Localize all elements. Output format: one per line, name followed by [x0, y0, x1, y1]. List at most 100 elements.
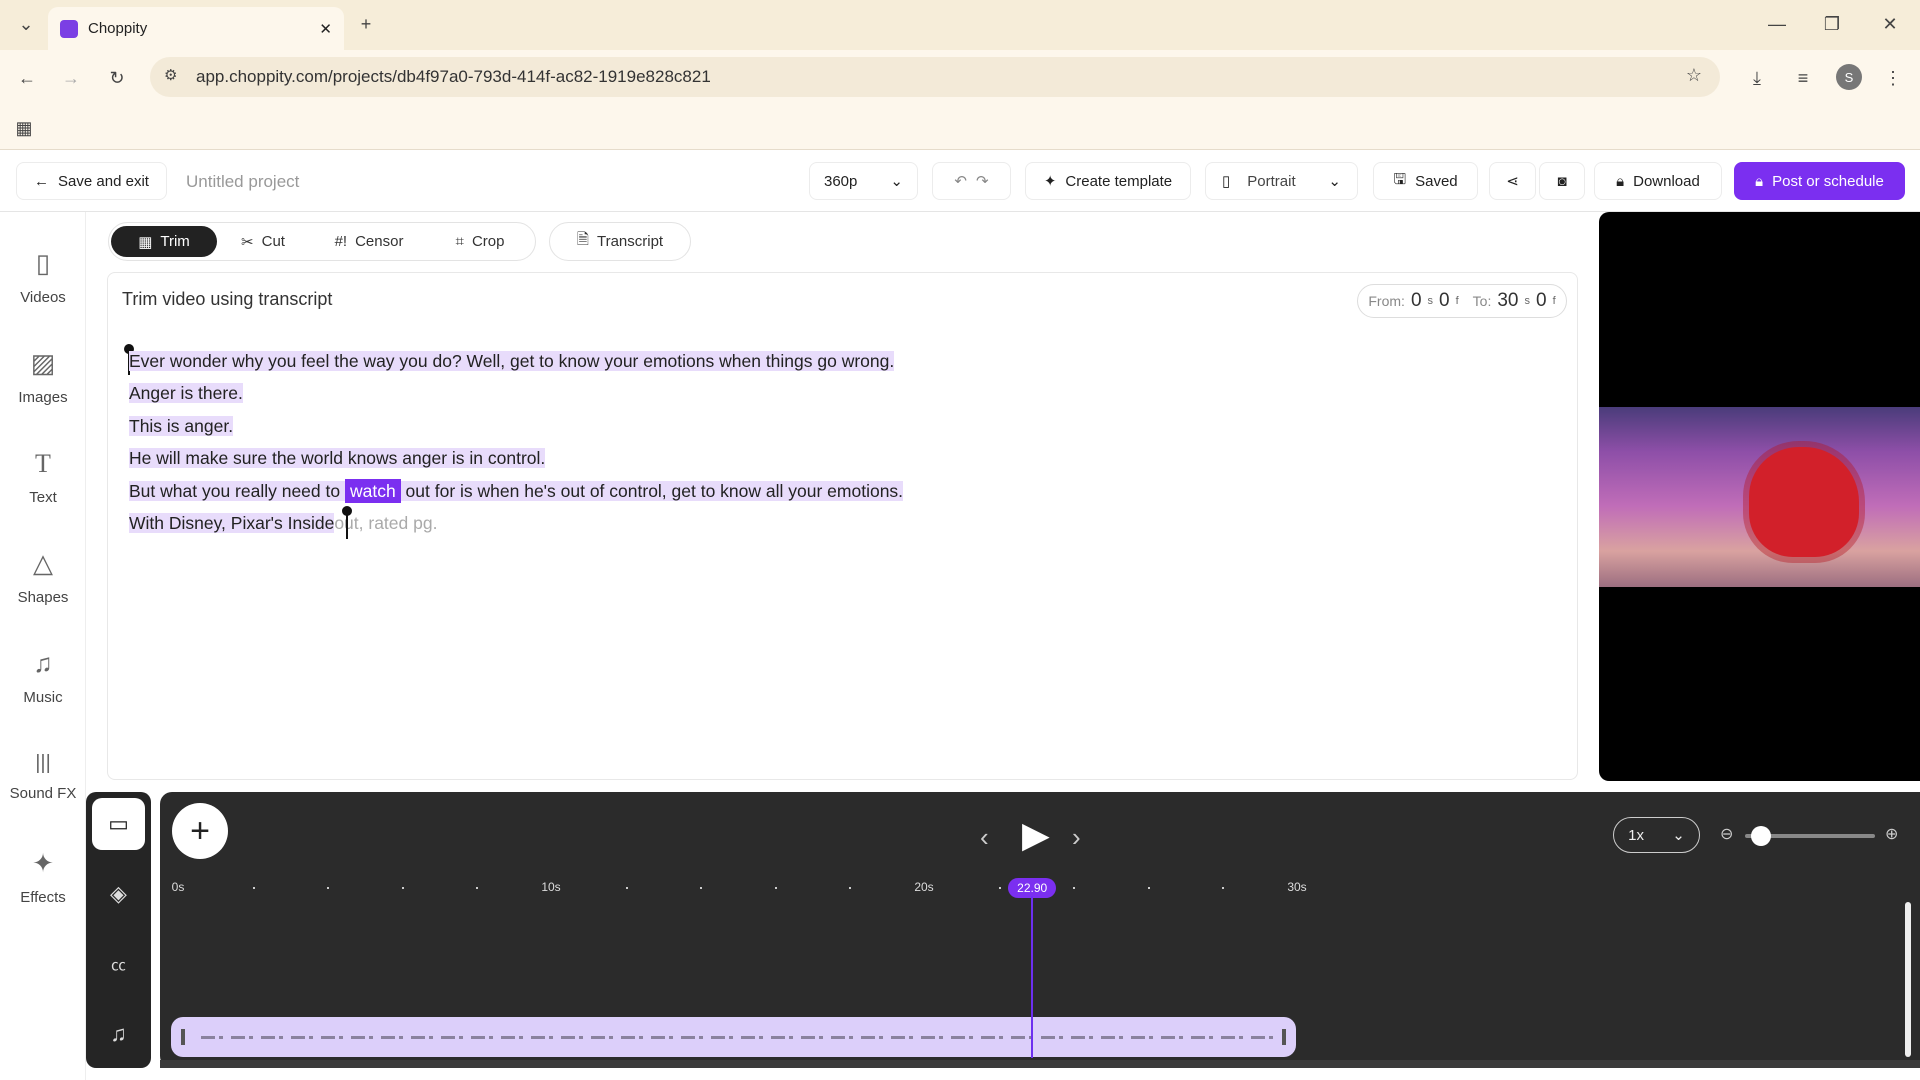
bookmark-star-icon[interactable]: ☆ — [1686, 65, 1702, 86]
previous-frame-icon[interactable]: ‹ — [980, 822, 989, 853]
minimize-icon[interactable]: — — [1765, 12, 1789, 36]
zoom-out-icon[interactable]: ⊖ — [1720, 824, 1733, 844]
audio-video-clip[interactable] — [171, 1017, 1296, 1057]
horizontal-scrollbar[interactable] — [160, 1060, 1920, 1068]
add-media-button[interactable]: + — [172, 803, 228, 859]
vertical-scrollbar[interactable] — [1905, 902, 1911, 1057]
project-name[interactable]: Untitled project — [186, 172, 299, 192]
slider-knob[interactable] — [1751, 826, 1771, 846]
download-button[interactable]: 🔒︎Download — [1594, 162, 1722, 200]
saved-button[interactable]: 🖫Saved — [1373, 162, 1478, 200]
transcript-panel: Trim video using transcript From: 0s 0f … — [107, 272, 1578, 780]
snapshot-button[interactable]: ◙ — [1539, 162, 1585, 200]
chevron-down-icon: ⌄ — [890, 172, 903, 190]
transcript-line[interactable]: He will make sure the world knows anger … — [129, 448, 545, 469]
from-label: From: — [1368, 293, 1405, 309]
censor-icon: #! — [335, 233, 348, 250]
forward-icon: → — [58, 65, 84, 91]
url-text: app.choppity.com/projects/db4f97a0-793d-… — [196, 67, 711, 87]
edit-mode-tabs: ▦Trim ✂Cut #!Censor ⌗Crop — [108, 222, 536, 261]
undo-icon[interactable]: ↶ — [954, 172, 967, 190]
url-bar[interactable]: ⚙ app.choppity.com/projects/db4f97a0-793… — [150, 57, 1720, 97]
sidebar-label: Images — [18, 389, 67, 406]
post-or-schedule-button[interactable]: 🔒︎Post or schedule — [1734, 162, 1905, 200]
sidebar-item-music[interactable]: ♫Music — [0, 632, 86, 722]
chevron-down-icon: ⌄ — [1672, 826, 1685, 844]
shapes-icon: △ — [33, 548, 53, 579]
zoom-in-icon[interactable]: ⊕ — [1885, 824, 1898, 844]
scissors-icon: ✂ — [241, 233, 254, 251]
clip-start-handle[interactable] — [181, 1029, 185, 1045]
transcript-line[interactable]: Ever wonder why you feel the way you do?… — [129, 351, 894, 372]
save-and-exit-button[interactable]: ←Save and exit — [16, 162, 167, 200]
sidebar-item-effects[interactable]: ✦Effects — [0, 832, 86, 922]
restore-icon[interactable]: ❐ — [1820, 12, 1844, 36]
reload-icon[interactable]: ↻ — [104, 65, 130, 91]
sidebar-item-text[interactable]: TText — [0, 432, 86, 522]
media-control-icon[interactable]: ≡ — [1790, 65, 1816, 91]
video-preview[interactable] — [1599, 212, 1920, 781]
back-icon[interactable]: ← — [14, 65, 40, 91]
video-track-icon[interactable]: ▭ — [92, 798, 145, 850]
tab-label: Trim — [160, 233, 189, 250]
line-text: Ever wonder why you feel the way you do?… — [129, 351, 894, 371]
clip-end-handle[interactable] — [1282, 1029, 1286, 1045]
browser-menu-icon[interactable]: ⋮ — [1880, 65, 1906, 91]
sidebar-item-shapes[interactable]: △Shapes — [0, 532, 86, 622]
trim-end-handle[interactable] — [346, 511, 348, 539]
camera-icon: ◙ — [1557, 173, 1566, 190]
sidebar-label: Sound FX — [10, 785, 77, 802]
playhead-line[interactable] — [1031, 896, 1033, 1058]
tab-transcript[interactable]: 🗎Transcript — [549, 222, 691, 261]
apps-grid-icon[interactable]: ▦ — [12, 116, 36, 140]
ruler-tick-label: 20s — [914, 880, 933, 894]
create-template-button[interactable]: ✦Create template — [1025, 162, 1191, 200]
browser-tab[interactable]: Choppity ✕ — [48, 7, 344, 50]
ruler-tick-mark — [1073, 887, 1075, 889]
save-disk-icon: 🖫 — [1393, 169, 1406, 194]
profile-avatar[interactable]: S — [1836, 64, 1862, 90]
playback-speed-select[interactable]: 1x ⌄ — [1613, 817, 1700, 853]
sidebar-item-videos[interactable]: ▯Videos — [0, 232, 86, 322]
resolution-select[interactable]: 360p ⌄ — [809, 162, 918, 200]
close-tab-icon[interactable]: ✕ — [319, 20, 332, 38]
close-window-icon[interactable]: ✕ — [1878, 12, 1902, 36]
trim-range[interactable]: From: 0s 0f To: 30s 0f — [1357, 284, 1567, 318]
ruler-tick-mark — [476, 887, 478, 889]
arrow-left-icon: ← — [34, 173, 49, 190]
music-track-icon[interactable]: ♫ — [92, 1008, 145, 1060]
timeline-zoom-slider[interactable] — [1745, 834, 1875, 838]
resolution-value: 360p — [824, 173, 857, 190]
ruler-tick-mark — [849, 887, 851, 889]
waveform-icon: ||| — [35, 752, 51, 775]
playhead-time-badge[interactable]: 22.90 — [1008, 878, 1056, 898]
transcript-line[interactable]: Anger is there. — [129, 383, 243, 404]
downloads-icon[interactable]: ⤓ — [1744, 65, 1770, 91]
tab-cut[interactable]: ✂Cut — [223, 226, 303, 257]
captions-cc-icon[interactable]: ㏄ — [92, 938, 145, 990]
play-button[interactable]: ▶ — [1022, 814, 1050, 856]
transcript-line[interactable]: With Disney, Pixar's Insideout, rated pg… — [129, 513, 437, 534]
tab-crop[interactable]: ⌗Crop — [434, 226, 526, 257]
next-frame-icon[interactable]: › — [1072, 822, 1081, 853]
sidebar-item-images[interactable]: ▨Images — [0, 332, 86, 422]
create-template-label: Create template — [1065, 173, 1172, 190]
transcript-line[interactable]: But what you really need to watch out fo… — [129, 481, 903, 502]
sidebar-label: Videos — [20, 289, 66, 306]
new-tab-icon[interactable]: + — [354, 12, 378, 36]
speed-value: 1x — [1628, 827, 1644, 844]
share-button[interactable]: ⋖ — [1489, 162, 1536, 200]
anger-character-image — [1749, 447, 1859, 557]
selected-word[interactable]: watch — [345, 479, 401, 503]
tab-censor[interactable]: #!Censor — [317, 226, 421, 257]
video-frame — [1599, 407, 1920, 587]
transcript-line[interactable]: This is anger. — [129, 416, 233, 437]
redo-icon[interactable]: ↷ — [976, 172, 989, 190]
sidebar-item-sound-fx[interactable]: ||| Sound FX — [0, 732, 86, 822]
tab-list-chevron-icon[interactable]: ⌄ — [14, 12, 38, 36]
orientation-select[interactable]: ▯Portrait⌄ — [1205, 162, 1358, 200]
layers-icon[interactable]: ◈ — [92, 868, 145, 920]
tab-trim[interactable]: ▦Trim — [111, 226, 217, 257]
from-frames: 0 — [1439, 290, 1450, 312]
site-info-icon[interactable]: ⚙ — [164, 66, 177, 84]
